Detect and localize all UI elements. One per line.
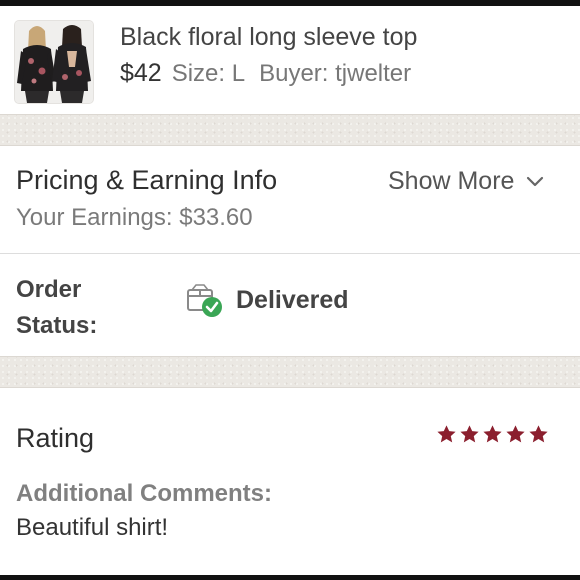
star-icon — [506, 425, 525, 443]
star-icon — [529, 425, 548, 443]
order-status-section: Order Status: Delivered — [0, 254, 580, 356]
delivered-box-check-icon — [187, 284, 222, 317]
section-divider — [0, 114, 580, 146]
item-buyer[interactable]: Buyer: tjwelter — [259, 60, 411, 87]
pricing-title: Pricing & Earning Info — [16, 165, 278, 195]
item-size: Size: L — [171, 60, 246, 87]
item-title[interactable]: Black floral long sleeve top — [120, 23, 417, 52]
star-icon — [437, 425, 456, 443]
chevron-down-icon — [527, 176, 544, 186]
item-meta: $42 Size: L Buyer: tjwelter — [120, 59, 411, 88]
show-more-label: Show More — [388, 167, 515, 195]
show-more-button[interactable]: Show More — [388, 167, 544, 196]
star-icon — [460, 425, 479, 443]
rating-stars — [436, 424, 549, 445]
pricing-section: Pricing & Earning Info Show More Your Ea… — [0, 146, 580, 254]
rating-title: Rating — [16, 423, 95, 453]
your-earnings: Your Earnings: $33.60 — [16, 204, 253, 231]
additional-comments-label: Additional Comments: — [16, 480, 272, 507]
bottom-edge-bar — [0, 575, 580, 580]
section-divider — [0, 356, 580, 388]
item-price: $42 — [120, 59, 162, 87]
order-status-label: Order Status: — [16, 276, 98, 339]
star-icon — [483, 425, 502, 443]
order-status-value: Delivered — [236, 286, 349, 314]
additional-comments-text: Beautiful shirt! — [16, 514, 169, 541]
rating-section: Rating Additional Comments: Beautiful sh… — [0, 388, 580, 575]
order-item-summary[interactable]: Black floral long sleeve top $42 Size: L B… — [0, 6, 580, 114]
product-thumbnail[interactable] — [15, 21, 93, 103]
product-photo-icon — [15, 21, 93, 103]
